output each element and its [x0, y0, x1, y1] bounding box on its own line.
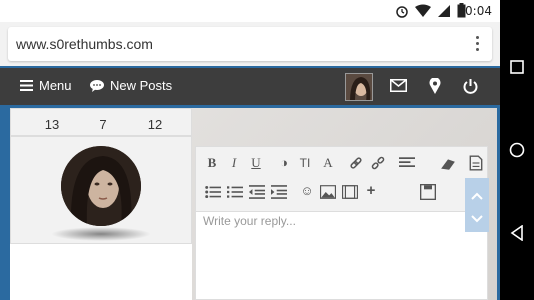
editor-toolbar: B I U ◑ TI A ☺ + [195, 146, 488, 212]
indent-icon[interactable] [271, 184, 287, 200]
url-text[interactable]: www.s0rethumbs.com [16, 36, 153, 52]
text-size-icon[interactable]: TI [297, 155, 313, 171]
numbered-list-icon[interactable] [227, 184, 243, 200]
stat-value: 7 [99, 117, 107, 132]
back-icon[interactable] [510, 225, 524, 241]
location-pin-icon[interactable] [429, 78, 441, 94]
unlink-icon[interactable] [370, 155, 386, 171]
phone-screen: 20:04 www.s0rethumbs.com Menu New Posts … [0, 0, 500, 300]
insert-more-icon[interactable]: + [363, 183, 379, 199]
chevron-down-icon [471, 215, 483, 223]
user-stats: 13 7 12 [10, 108, 192, 136]
smiley-icon[interactable]: ☺ [299, 183, 315, 199]
new-posts-label: New Posts [110, 78, 173, 93]
profile-photo [61, 146, 141, 226]
profile-details [10, 244, 192, 300]
user-avatar[interactable] [345, 73, 373, 101]
alarm-icon [396, 5, 408, 18]
profile-card [10, 136, 192, 244]
menu-label: Menu [39, 78, 72, 93]
media-icon[interactable] [342, 184, 358, 200]
recents-icon[interactable] [510, 60, 524, 74]
save-icon[interactable] [420, 184, 436, 200]
source-icon[interactable] [468, 155, 484, 171]
avatar-shadow [51, 227, 151, 241]
status-icons [395, 3, 466, 18]
profile-avatar[interactable] [61, 146, 141, 226]
color-icon[interactable]: ◑ [276, 155, 292, 171]
bullet-list-icon[interactable] [205, 184, 221, 200]
mail-icon[interactable] [390, 79, 407, 92]
site-navbar: Menu New Posts [0, 66, 500, 108]
bold-icon[interactable]: B [204, 155, 220, 171]
scroll-down-button[interactable] [465, 206, 489, 232]
android-nav-bar [500, 0, 534, 300]
image-icon[interactable] [320, 184, 336, 200]
home-icon[interactable] [509, 142, 525, 158]
browser-menu-icon[interactable] [474, 36, 480, 54]
wifi-icon [415, 4, 431, 17]
chevron-up-icon [471, 192, 483, 200]
browser-toolbar: www.s0rethumbs.com [0, 22, 500, 66]
font-icon[interactable]: A [320, 155, 336, 171]
status-time: 20:04 [457, 4, 492, 18]
avatar-image [346, 74, 372, 100]
align-icon[interactable] [399, 155, 415, 171]
stat-value: 12 [147, 117, 163, 132]
status-bar: 20:04 [0, 0, 500, 22]
underline-icon[interactable]: U [248, 155, 264, 171]
reply-placeholder[interactable]: Write your reply... [203, 214, 296, 228]
link-icon[interactable] [348, 155, 364, 171]
menu-button[interactable]: Menu [20, 78, 72, 93]
hamburger-icon [20, 80, 33, 91]
power-icon[interactable] [463, 78, 478, 94]
outdent-icon[interactable] [249, 184, 265, 200]
chat-bubble-icon [90, 79, 104, 92]
stat-value: 13 [44, 117, 60, 132]
italic-icon[interactable]: I [226, 155, 242, 171]
eraser-icon[interactable] [440, 156, 456, 172]
signal-icon [438, 4, 450, 17]
address-bar[interactable]: www.s0rethumbs.com [8, 27, 492, 61]
new-posts-button[interactable]: New Posts [90, 78, 172, 93]
